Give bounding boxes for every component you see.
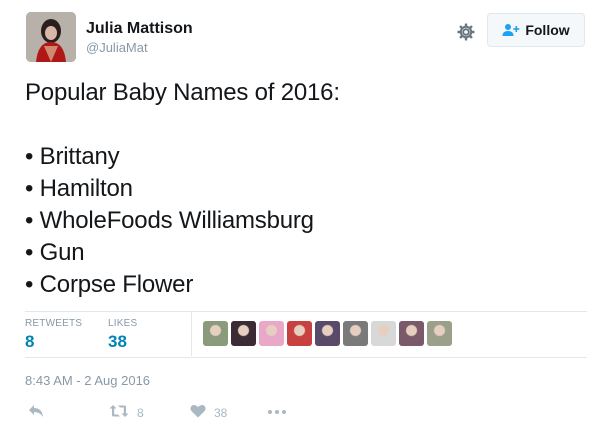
gear-icon[interactable] <box>456 22 476 42</box>
retweet-button[interactable]: 8 <box>109 404 144 421</box>
like-button[interactable]: 38 <box>190 404 227 421</box>
liker-avatar[interactable] <box>371 321 396 346</box>
liker-avatar[interactable] <box>427 321 452 346</box>
liker-avatar[interactable] <box>343 321 368 346</box>
heart-icon <box>190 404 206 421</box>
like-action-count: 38 <box>214 405 228 420</box>
liker-avatar[interactable] <box>315 321 340 346</box>
liker-avatar[interactable] <box>203 321 228 346</box>
liker-avatar[interactable] <box>287 321 312 346</box>
follow-button[interactable]: Follow <box>487 13 585 47</box>
liker-avatar[interactable] <box>399 321 424 346</box>
likes-label[interactable]: LIKES <box>108 318 137 329</box>
reply-button[interactable] <box>28 404 44 421</box>
reply-icon <box>28 404 44 421</box>
stats-divider <box>191 312 192 356</box>
liker-avatar[interactable] <box>259 321 284 346</box>
retweet-icon <box>109 404 129 421</box>
more-button[interactable] <box>267 404 287 418</box>
stats-bottom-divider <box>25 357 587 358</box>
stats-top-divider <box>25 311 587 312</box>
liker-avatars <box>203 321 452 346</box>
tweet-timestamp[interactable]: 8:43 AM - 2 Aug 2016 <box>25 373 150 388</box>
more-dots-icon <box>267 404 287 418</box>
display-name[interactable]: Julia Mattison <box>86 20 193 38</box>
retweet-action-count: 8 <box>137 405 144 420</box>
user-handle[interactable]: @JuliaMat <box>86 40 148 55</box>
avatar[interactable] <box>26 12 76 62</box>
liker-avatar[interactable] <box>231 321 256 346</box>
retweets-label[interactable]: RETWEETS <box>25 318 82 329</box>
avatar-image <box>26 12 76 62</box>
tweet-text: Popular Baby Names of 2016: • Brittany •… <box>25 79 340 298</box>
likes-count[interactable]: 38 <box>108 332 127 352</box>
retweets-count[interactable]: 8 <box>25 332 34 352</box>
add-user-icon <box>502 23 520 37</box>
follow-button-label: Follow <box>525 22 570 38</box>
